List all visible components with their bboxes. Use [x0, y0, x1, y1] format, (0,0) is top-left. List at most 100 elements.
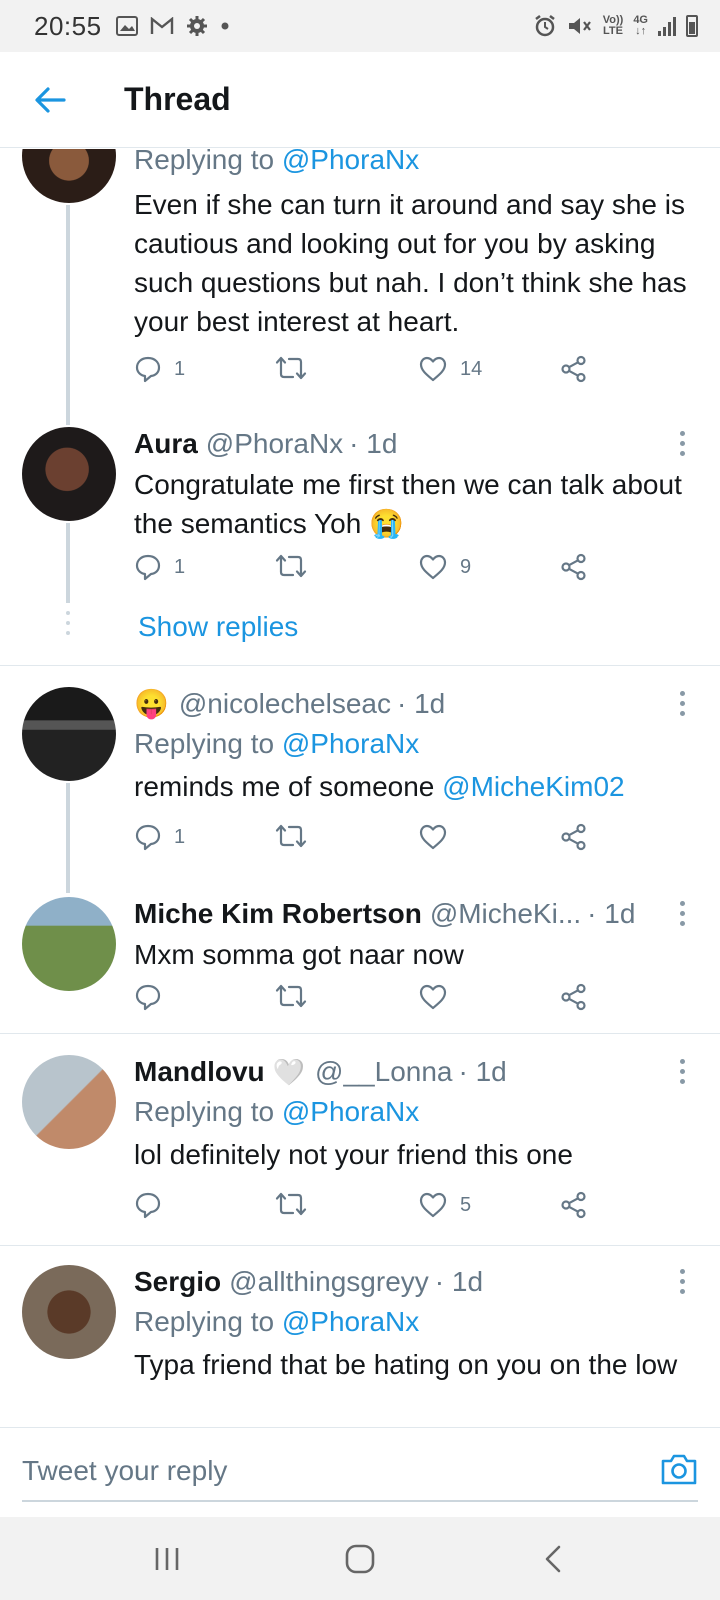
like-button[interactable]: 5 — [418, 1191, 471, 1219]
tweet-4[interactable]: Miche Kim Robertson @MicheKi... · 1d Mxm s… — [0, 897, 720, 1027]
share-button[interactable] — [560, 1191, 588, 1219]
display-name[interactable]: Miche Kim Robertson — [134, 897, 422, 931]
dot-icon — [221, 22, 229, 30]
like-button[interactable]: 9 — [418, 553, 471, 581]
avatar[interactable] — [22, 427, 116, 521]
tweet-1[interactable]: Aura @PhoraNx · 1d Congratulate me first t… — [0, 419, 720, 669]
tweet-0[interactable]: Replying to @PhoraNx Even if she can tur… — [0, 149, 720, 425]
tweet-actions: 1 14 — [134, 355, 604, 395]
retweet-button[interactable] — [274, 355, 308, 381]
share-icon — [561, 823, 586, 851]
retweet-button[interactable] — [274, 1191, 308, 1217]
like-count: 9 — [460, 555, 472, 578]
heart-icon — [419, 984, 447, 1010]
show-replies-link[interactable]: Show replies — [138, 611, 298, 643]
share-icon — [561, 355, 586, 383]
share-icon — [561, 553, 586, 581]
heart-icon — [419, 554, 447, 580]
status-right-icons: Vo)) LTE 4G ↓↑ — [533, 14, 698, 38]
tweet-5[interactable]: Mandlovu 🤍 @__Lonna · 1d Replying to @Phora… — [0, 1055, 720, 1235]
replying-handle-link[interactable]: @PhoraNx — [282, 728, 419, 759]
thread-line — [66, 523, 70, 603]
gmail-icon — [150, 17, 173, 34]
header: Thread — [0, 52, 720, 148]
recent-apps-icon[interactable] — [137, 1529, 197, 1589]
share-button[interactable] — [560, 983, 588, 1011]
tweet-6[interactable]: Sergio @allthingsgreyy · 1d Replying to @P… — [0, 1265, 720, 1427]
handle[interactable]: @allthingsgreyy — [229, 1265, 429, 1299]
home-icon[interactable] — [330, 1529, 390, 1589]
reply-button[interactable] — [134, 983, 174, 1011]
reply-icon — [135, 554, 161, 581]
alarm-icon — [534, 15, 555, 37]
replying-to: Replying to @PhoraNx — [134, 725, 696, 763]
reply-icon — [135, 984, 161, 1011]
back-icon[interactable] — [523, 1529, 583, 1589]
tweet-actions: 1 9 — [134, 553, 604, 593]
replying-handle-link[interactable]: @PhoraNx — [282, 1096, 419, 1127]
reply-count: 1 — [174, 825, 186, 848]
avatar[interactable] — [22, 897, 116, 991]
divider — [0, 1033, 720, 1034]
reply-button[interactable]: 1 — [134, 553, 185, 581]
display-name[interactable]: Aura — [134, 427, 198, 461]
avatar[interactable] — [22, 687, 116, 781]
retweet-button[interactable] — [274, 823, 308, 849]
display-name-emoji[interactable]: 😛 — [134, 687, 169, 721]
reply-bar — [0, 1427, 720, 1517]
gear-icon — [186, 16, 207, 36]
avatar[interactable] — [22, 1265, 116, 1359]
tweet-3[interactable]: 😛 @nicolechelseac · 1d Replying to @PhoraN… — [0, 687, 720, 893]
handle[interactable]: @MicheKi... — [430, 897, 581, 931]
replying-to: Replying to @PhoraNx — [134, 1303, 696, 1341]
reply-icon — [135, 824, 161, 851]
tweet-text-body: reminds me of someone — [134, 771, 443, 802]
tweet-text: Typa friend that be hating on you on the… — [134, 1349, 678, 1380]
camera-icon[interactable] — [660, 1452, 698, 1491]
display-name[interactable]: Mandlovu — [134, 1055, 265, 1089]
thread-dots — [66, 611, 70, 635]
like-count: 5 — [460, 1193, 472, 1216]
display-name-emoji: 🤍 — [272, 1057, 306, 1087]
retweet-icon — [275, 356, 307, 380]
replying-to: Replying to @PhoraNx — [134, 149, 696, 179]
arrow-left-icon[interactable] — [20, 70, 80, 130]
avatar[interactable] — [22, 1055, 116, 1149]
mention-link[interactable]: @MicheKim02 — [442, 771, 624, 802]
status-time: 20:55 — [34, 10, 102, 41]
divider — [0, 665, 720, 666]
retweet-icon — [275, 984, 307, 1008]
reply-button[interactable] — [134, 1191, 174, 1219]
replying-handle-link[interactable]: @PhoraNx — [282, 1306, 419, 1337]
reply-button[interactable]: 1 — [134, 355, 185, 383]
handle[interactable]: @nicolechelseac — [179, 687, 391, 721]
reply-button[interactable]: 1 — [134, 823, 185, 851]
share-button[interactable] — [560, 553, 588, 581]
replying-handle-link[interactable]: @PhoraNx — [282, 149, 419, 175]
handle[interactable]: @__Lonna — [315, 1055, 452, 1089]
share-icon — [561, 1191, 586, 1219]
tweet-meta: 😛 @nicolechelseac · 1d — [134, 687, 696, 721]
handle[interactable]: @PhoraNx — [206, 427, 343, 461]
replying-prefix: Replying to — [134, 1306, 282, 1337]
heart-icon — [419, 824, 447, 850]
thread-feed[interactable]: Replying to @PhoraNx Even if she can tur… — [0, 149, 720, 1427]
share-button[interactable] — [560, 355, 588, 383]
replying-prefix: Replying to — [134, 1096, 282, 1127]
like-button[interactable]: 14 — [418, 355, 482, 383]
volte-line2: LTE — [603, 25, 623, 37]
tweet-text: lol definitely not your friend this one — [134, 1139, 573, 1170]
reply-input[interactable] — [22, 1455, 622, 1487]
like-button[interactable] — [418, 823, 460, 851]
tweet-actions: 1 — [134, 823, 604, 863]
tweet-text: Mxm somma got naar now — [134, 939, 464, 970]
signal-icon — [658, 16, 676, 36]
tweet-meta: Aura @PhoraNx · 1d — [134, 427, 696, 461]
avatar[interactable] — [22, 149, 116, 203]
retweet-button[interactable] — [274, 553, 308, 579]
share-button[interactable] — [560, 823, 588, 851]
reply-icon — [135, 356, 161, 383]
display-name[interactable]: Sergio — [134, 1265, 221, 1299]
retweet-button[interactable] — [274, 983, 308, 1009]
like-button[interactable] — [418, 983, 460, 1011]
